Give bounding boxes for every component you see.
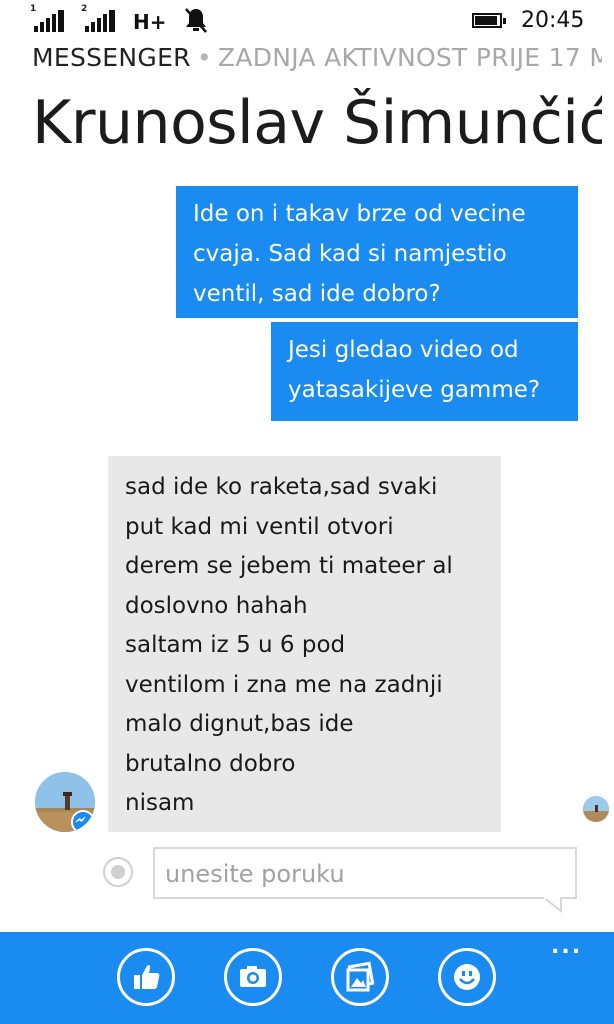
photos-icon bbox=[346, 961, 375, 992]
message-line: malo dignut,bas ide bbox=[125, 711, 354, 737]
last-active-status: ZADNJA AKTIVNOST PRIJE 17 M bbox=[217, 43, 602, 72]
contact-name[interactable]: Krunoslav Šimunčić bbox=[32, 88, 602, 158]
message-line: ventilom i zna me na zadnji bbox=[125, 671, 443, 698]
message-input[interactable] bbox=[163, 855, 567, 893]
more-options-button[interactable]: ... bbox=[551, 936, 582, 958]
sim2-label: 2 bbox=[81, 4, 88, 14]
emoji-icon bbox=[454, 964, 480, 990]
outgoing-message[interactable]: Jesi gledao video od yatasakijeve gamme? bbox=[271, 322, 578, 421]
sim1-label: 1 bbox=[30, 4, 37, 14]
status-bar: 1 2 H+ 20:45 bbox=[0, 0, 614, 44]
message-line: derem se jebem ti mateer al bbox=[125, 553, 453, 579]
seen-avatar bbox=[583, 796, 609, 822]
message-line: sad ide ko raketa,sad svaki bbox=[125, 474, 438, 500]
signal-strength-icon-sim2: 2 bbox=[81, 4, 123, 32]
message-line: saltam iz 5 u 6 pod bbox=[125, 632, 346, 658]
message-line: put kad mi ventil otvori bbox=[125, 513, 394, 540]
message-line: Jesi gledao video od bbox=[288, 337, 519, 363]
sim-select-radio[interactable] bbox=[103, 857, 133, 887]
incoming-message[interactable]: sad ide ko raketa,sad svaki put kad mi v… bbox=[108, 456, 501, 832]
contact-avatar[interactable] bbox=[35, 772, 95, 832]
silent-bell-icon bbox=[183, 6, 209, 38]
messenger-badge-icon bbox=[71, 810, 95, 832]
message-line: ventil, sad ide dobro? bbox=[193, 281, 441, 307]
message-line: doslovno hahah bbox=[125, 592, 308, 619]
clock: 20:45 bbox=[521, 8, 585, 33]
photos-button[interactable] bbox=[331, 948, 389, 1006]
like-button[interactable] bbox=[117, 948, 175, 1006]
camera-button[interactable] bbox=[224, 948, 282, 1006]
message-line: Ide on i takav brze od vecine bbox=[193, 201, 526, 227]
message-line: brutalno dobro bbox=[125, 750, 296, 777]
message-input-box[interactable] bbox=[153, 847, 577, 899]
message-line: cvaja. Sad kad si namjestio bbox=[193, 241, 507, 267]
separator-dot: • bbox=[196, 43, 212, 72]
signal-strength-icon-sim1: 1 bbox=[30, 4, 72, 32]
message-line: yatasakijeve gamme? bbox=[288, 377, 541, 403]
app-bar bbox=[0, 932, 614, 1024]
conversation-subheader: MESSENGER • ZADNJA AKTIVNOST PRIJE 17 M bbox=[32, 43, 602, 72]
network-type: H+ bbox=[133, 10, 167, 34]
outgoing-message[interactable]: Ide on i takav brze od vecine cvaja. Sad… bbox=[176, 186, 578, 318]
camera-icon bbox=[240, 966, 266, 987]
message-line: nisam bbox=[125, 790, 195, 816]
battery-icon bbox=[472, 13, 508, 30]
input-box-tail bbox=[543, 897, 562, 913]
emoji-button[interactable] bbox=[438, 948, 496, 1006]
like-icon bbox=[134, 964, 160, 989]
app-name: MESSENGER bbox=[32, 43, 191, 72]
